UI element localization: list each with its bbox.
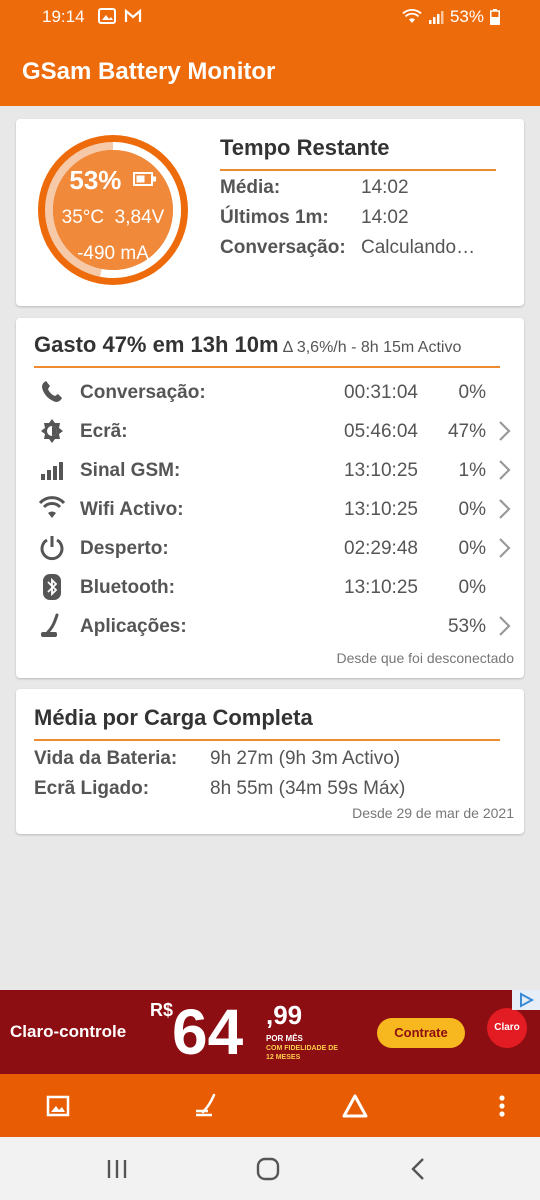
apps-icon[interactable] [190,1090,222,1122]
usage-title: Gasto 47% em 13h 10m Δ 3,6%/h - 8h 15m Ac… [34,332,462,357]
usage-since-note: Desde que foi desconectado [336,650,514,666]
power-icon [40,536,64,561]
screen-on-row: Ecrã Ligado: 8h 55m (34m 59s Máx) [34,778,406,799]
full-charge-since-note: Desde 29 de mar de 2021 [352,805,514,821]
ad-currency: R$ [150,1000,174,1020]
remaining-last-minute-row: Últimos 1m: 14:02 [220,207,409,228]
usage-row-awake[interactable]: Desperto: 02:29:48 0% [34,532,514,566]
title-divider [220,169,496,171]
usage-card: Gasto 47% em 13h 10m Δ 3,6%/h - 8h 15m Ac… [16,318,524,678]
usage-row-apps[interactable]: Aplicações: 53% [34,610,514,644]
bluetooth-icon [43,574,61,600]
battery-status-card[interactable]: 53% 35°C 3,84V -490 mA Tempo Restante Mé… [16,119,524,306]
battery-current: -490 mA [77,243,149,264]
app-bar: GSam Battery Monitor [0,34,540,106]
bottom-action-bar [0,1074,540,1137]
remaining-talk-row: Conversação: Calculando… [220,237,476,258]
battery-life-row: Vida da Bateria: 9h 27m (9h 3m Activo) [34,748,401,769]
battery-icon [490,9,500,25]
ad-price-cents: ,99 [266,1000,303,1030]
app-title: GSam Battery Monitor [22,58,276,85]
apps-icon [41,613,59,637]
wifi-icon [38,496,66,518]
battery-percent-label: 53% [69,165,122,195]
ad-brand: Claro-controle [10,1022,127,1041]
remaining-average-row: Média: 14:02 [220,177,409,198]
temperature-voltage: 35°C 3,84V [61,207,165,228]
usage-row-bluetooth[interactable]: Bluetooth: 13:10:25 0% [34,571,514,605]
ad-banner[interactable]: Claro-controle R$ 64 ,99 POR MÊS COM FID… [0,990,540,1074]
adchoices-icon[interactable] [512,990,540,1010]
remaining-time-title: Tempo Restante [220,135,390,160]
wifi-icon [402,9,422,23]
usage-row-screen[interactable]: Ecrã: 05:46:04 47% [34,415,514,449]
usage-row-wifi[interactable]: Wifi Activo: 13:10:25 0% [34,493,514,527]
gauge-labels: 53% 35°C 3,84V -490 mA [34,131,192,289]
ad-cta-button[interactable]: Contrate [377,1018,465,1048]
back-icon[interactable] [404,1155,434,1183]
ad-logo: Claro [487,1008,527,1048]
usage-row-talk[interactable]: Conversação: 00:31:04 0% [34,376,514,410]
full-charge-title: Média por Carga Completa [34,705,313,730]
usage-rate: Δ 3,6%/h - 8h 15m Activo [282,339,462,356]
battery-small-icon [132,172,156,186]
image-icon[interactable] [42,1090,74,1122]
ad-fine-print: POR MÊS [266,1034,303,1043]
phone-icon [42,381,62,402]
gmail-icon [124,8,142,22]
status-bar: 19:14 53% [0,0,540,34]
image-icon [98,8,116,24]
ad-fine-print-2: COM FIDELIDADE DE 12 MESES [266,1045,338,1061]
signal-icon [428,11,444,24]
screen-brightness-icon [41,419,63,443]
system-nav-bar [0,1137,540,1200]
more-vert-icon[interactable] [486,1090,518,1122]
chevron-right-icon [499,499,511,519]
ad-price: 64 [172,996,244,1068]
recents-icon[interactable] [102,1155,132,1183]
home-icon[interactable] [253,1155,283,1183]
delta-icon[interactable] [339,1090,371,1122]
title-divider [34,739,500,741]
chevron-right-icon [499,460,511,480]
battery-percent: 53% [449,7,484,26]
chevron-right-icon [499,616,511,636]
chevron-right-icon [499,538,511,558]
signal-bars-icon [41,462,63,480]
chevron-right-icon [499,421,511,441]
full-charge-card: Média por Carga Completa Vida da Bateria… [16,689,524,834]
status-time: 19:14 [42,7,85,26]
title-divider [34,366,500,368]
usage-row-gsm-signal[interactable]: Sinal GSM: 13:10:25 1% [34,454,514,488]
